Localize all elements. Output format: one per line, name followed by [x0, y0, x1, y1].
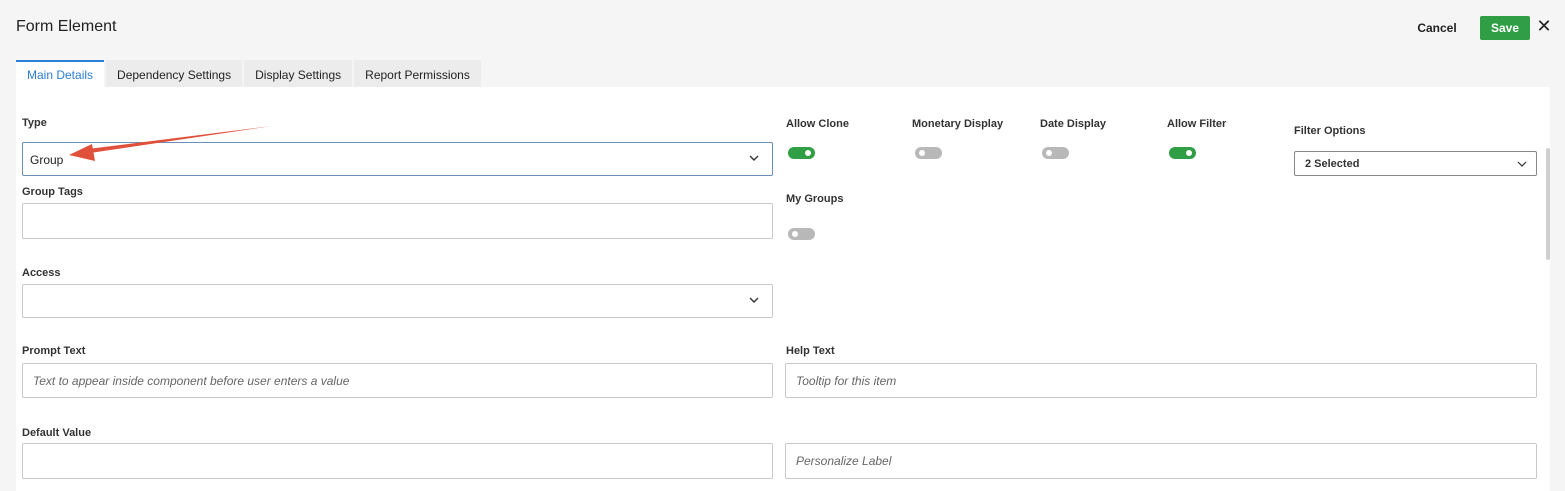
monetary-display-label: Monetary Display	[912, 118, 1004, 130]
prompt-text-label: Prompt Text	[22, 345, 86, 357]
type-select[interactable]: Group	[22, 142, 773, 176]
my-groups-toggle[interactable]	[788, 228, 815, 240]
type-select-value: Group	[30, 153, 64, 167]
chevron-down-icon	[749, 297, 759, 303]
default-value-input[interactable]	[22, 443, 773, 479]
personalize-label-input[interactable]: Personalize Label	[785, 443, 1537, 479]
filter-options-select[interactable]: 2 Selected	[1294, 151, 1537, 176]
allow-clone-label: Allow Clone	[786, 118, 849, 130]
help-text-placeholder: Tooltip for this item	[796, 374, 897, 388]
toggle-knob	[919, 150, 925, 156]
monetary-display-toggle[interactable]	[915, 147, 942, 159]
filter-options-label: Filter Options	[1294, 125, 1366, 137]
access-select[interactable]	[22, 284, 773, 318]
cancel-button[interactable]: Cancel	[1408, 17, 1466, 39]
toggle-knob	[805, 150, 811, 156]
tab-dependency-settings[interactable]: Dependency Settings	[106, 60, 243, 87]
close-icon[interactable]: ✕	[1536, 16, 1552, 36]
chevron-down-icon	[749, 155, 759, 161]
help-text-input[interactable]: Tooltip for this item	[785, 363, 1537, 398]
tab-report-permissions[interactable]: Report Permissions	[354, 60, 481, 87]
date-display-toggle[interactable]	[1042, 147, 1069, 159]
tab-display-settings[interactable]: Display Settings	[244, 60, 353, 87]
toggle-knob	[792, 231, 798, 237]
chevron-down-icon	[1517, 161, 1527, 167]
save-button[interactable]: Save	[1480, 16, 1530, 40]
access-label: Access	[22, 267, 61, 279]
header: Form Element Cancel Save ✕	[0, 0, 1565, 58]
group-tags-label: Group Tags	[22, 186, 83, 198]
scrollbar[interactable]	[1546, 148, 1550, 260]
prompt-text-input[interactable]: Text to appear inside component before u…	[22, 363, 773, 398]
date-display-label: Date Display	[1040, 118, 1107, 130]
toggle-knob	[1186, 150, 1192, 156]
allow-filter-label: Allow Filter	[1167, 118, 1227, 130]
personalize-label-placeholder: Personalize Label	[796, 454, 892, 468]
prompt-text-placeholder: Text to appear inside component before u…	[33, 374, 350, 388]
main-details-panel: Type Group Group Tags Access Prompt Text…	[16, 87, 1550, 491]
help-text-label: Help Text	[786, 345, 835, 357]
type-label: Type	[22, 117, 47, 129]
toggle-knob	[1046, 150, 1052, 156]
group-tags-input[interactable]	[22, 203, 773, 239]
tab-bar: Main Details Dependency Settings Display…	[16, 60, 483, 87]
filter-options-value: 2 Selected	[1305, 158, 1360, 170]
my-groups-label: My Groups	[786, 193, 844, 205]
allow-filter-toggle[interactable]	[1169, 147, 1196, 159]
default-value-label: Default Value	[22, 427, 92, 439]
tab-main-details[interactable]: Main Details	[16, 60, 105, 87]
page-title: Form Element	[16, 18, 117, 35]
allow-clone-toggle[interactable]	[788, 147, 815, 159]
